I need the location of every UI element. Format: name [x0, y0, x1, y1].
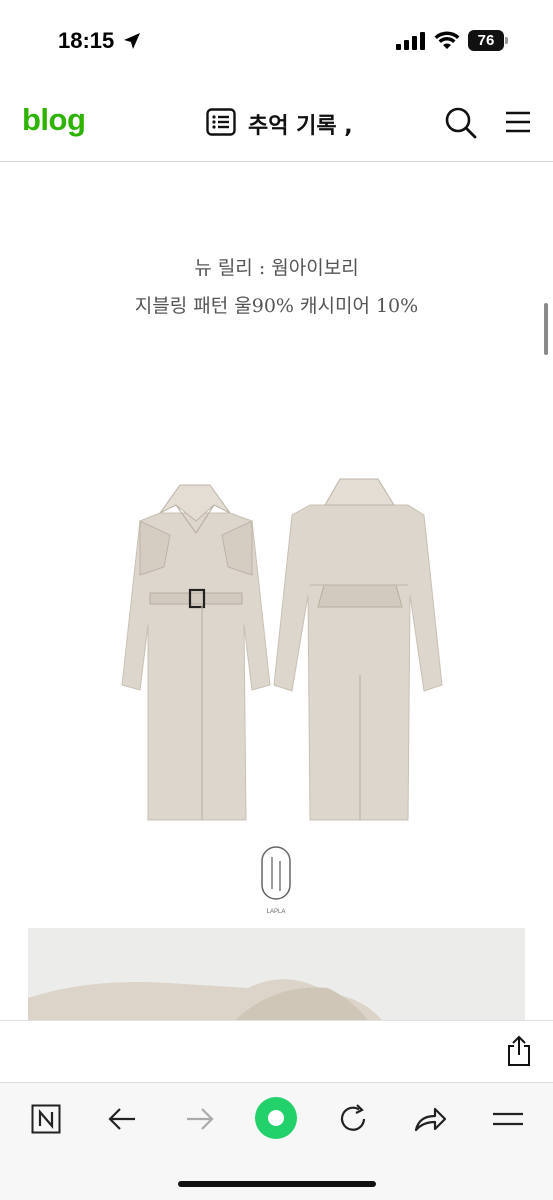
brand-logo: LAPLA	[261, 846, 291, 915]
scroll-indicator[interactable]	[544, 303, 548, 355]
blog-title[interactable]: 추억 기록 ,	[248, 108, 353, 140]
brand-logo-text: LAPLA	[267, 909, 286, 915]
battery-cap	[505, 37, 508, 44]
location-arrow-icon	[124, 33, 140, 49]
share-arrow-icon[interactable]	[412, 1101, 448, 1137]
search-icon[interactable]	[444, 106, 478, 140]
share-icon[interactable]	[504, 1035, 534, 1067]
coat-product-image	[121, 478, 443, 821]
battery-level: 76	[468, 30, 504, 51]
battery-icon: 76	[468, 30, 508, 51]
reload-icon[interactable]	[335, 1101, 371, 1137]
cellular-signal-icon	[396, 32, 425, 50]
home-indicator	[178, 1181, 376, 1187]
blog-header: blog 추억 기록 ,	[0, 84, 553, 162]
share-bar	[0, 1020, 553, 1082]
blog-logo[interactable]: blog	[22, 102, 86, 138]
forward-arrow-icon[interactable]	[182, 1101, 218, 1137]
caption-line-1: 뉴 릴리 : 웜아이보리	[194, 257, 359, 279]
caption-line-2: 지블링 패턴 울90% 캐시미어 10%	[134, 295, 419, 317]
status-bar: 18:15 76	[0, 0, 553, 80]
coat-back	[273, 478, 443, 821]
menu-icon[interactable]	[504, 108, 532, 136]
naver-n-icon[interactable]	[28, 1101, 64, 1137]
post-content: 뉴 릴리 : 웜아이보리 지블링 패턴 울90% 캐시미어 10% LAPLA	[0, 163, 553, 1020]
browser-toolbar	[0, 1082, 553, 1200]
product-photo	[28, 928, 525, 1020]
wifi-icon	[434, 31, 460, 49]
list-icon[interactable]	[206, 108, 236, 136]
green-home-button[interactable]	[255, 1097, 297, 1139]
back-arrow-icon[interactable]	[104, 1101, 140, 1137]
status-time: 18:15	[58, 28, 115, 53]
photo-content	[28, 979, 382, 1020]
more-menu-icon[interactable]	[490, 1101, 526, 1137]
coat-front	[121, 484, 271, 821]
